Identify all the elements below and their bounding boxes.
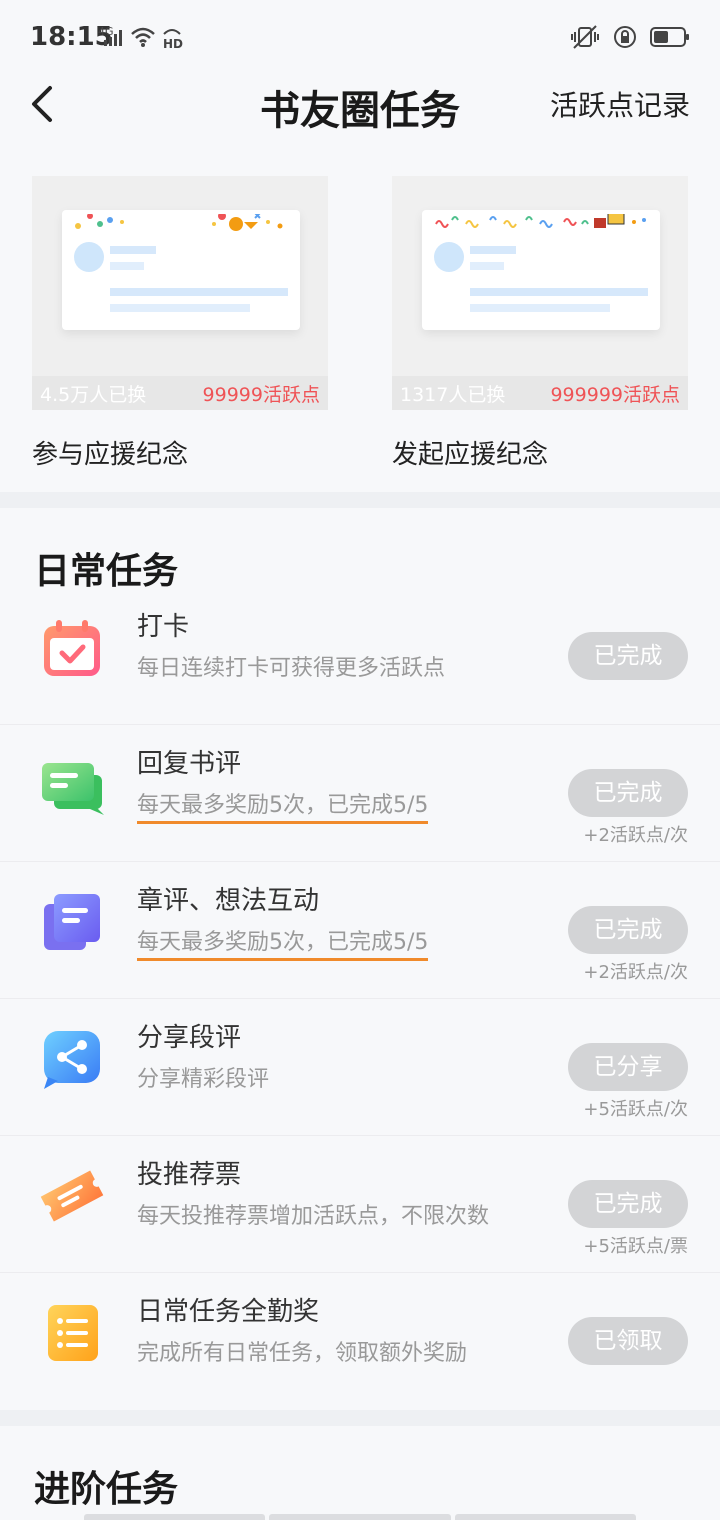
task-reward: +2活跃点/次 — [583, 962, 688, 983]
task-row-reply-review: 回复书评 每天最多奖励5次，已完成5/5 已完成 +2活跃点/次 — [0, 725, 720, 862]
status-bar: 18:15 4G HD — [0, 0, 720, 76]
card-image: 1317人已换 999999活跃点 — [392, 176, 688, 410]
section-divider — [0, 492, 720, 508]
battery-icon — [650, 27, 689, 47]
task-name: 投推荐票 — [137, 1160, 242, 1190]
task-row-chapter-interact: 章评、想法互动 每天最多奖励5次，已完成5/5 已完成 +2活跃点/次 — [0, 862, 720, 999]
note-stack-icon — [44, 894, 100, 950]
task-name: 章评、想法互动 — [137, 886, 320, 916]
task-status-button[interactable]: 已完成 — [568, 906, 688, 954]
task-row-full-attendance: 日常任务全勤奖 完成所有日常任务，领取额外奖励 已领取 — [0, 1273, 720, 1410]
task-name: 打卡 — [137, 612, 190, 642]
nav-bar: 书友圈任务 活跃点记录 — [0, 76, 720, 136]
task-desc: 每日连续打卡可获得更多活跃点 — [137, 656, 446, 681]
task-desc: 完成所有日常任务，领取额外奖励 — [137, 1341, 468, 1366]
card-price: 99999活跃点 — [202, 384, 320, 406]
hd-icon: HD — [163, 29, 183, 50]
back-arrow-icon[interactable] — [26, 82, 60, 126]
confetti-decoration — [75, 214, 283, 231]
hd-label: HD — [163, 37, 183, 50]
signal-icon — [104, 30, 122, 46]
task-desc: 每天最多奖励5次，已完成5/5 — [137, 787, 429, 824]
calendar-check-icon — [44, 620, 100, 676]
card-label: 发起应援纪念 — [392, 440, 549, 470]
task-row-vote: 投推荐票 每天投推荐票增加活跃点，不限次数 已完成 +5活跃点/票 — [0, 1136, 720, 1273]
task-desc: 分享精彩段评 — [137, 1067, 270, 1092]
reward-cards: 4.5万人已换 99999活跃点 参与应援纪念 1317人已换 999999活跃… — [0, 176, 720, 492]
task-status-button[interactable]: 已完成 — [568, 1180, 688, 1228]
card-image: 4.5万人已换 99999活跃点 — [32, 176, 328, 410]
card-exchange-count: 4.5万人已换 — [40, 384, 147, 406]
section-divider — [0, 1410, 720, 1426]
task-row-share: 分享段评 分享精彩段评 已分享 +5活跃点/次 — [0, 999, 720, 1136]
task-status-button[interactable]: 已完成 — [568, 632, 688, 680]
advanced-tabs-edge — [84, 1514, 636, 1520]
task-status-button[interactable]: 已完成 — [568, 769, 688, 817]
task-desc: 每天最多奖励5次，已完成5/5 — [137, 924, 429, 961]
list-icon — [48, 1305, 98, 1361]
task-desc: 每天投推荐票增加活跃点，不限次数 — [137, 1204, 490, 1229]
task-reward: +5活跃点/次 — [583, 1099, 688, 1120]
card-label: 参与应援纪念 — [32, 440, 189, 470]
card-exchange-count: 1317人已换 — [400, 384, 506, 406]
task-name: 分享段评 — [137, 1023, 242, 1053]
wifi-icon — [131, 27, 155, 47]
vibrate-icon — [571, 25, 599, 49]
ticket-icon — [40, 1170, 104, 1222]
task-name: 回复书评 — [137, 749, 242, 779]
advanced-tasks-title: 进阶任务 — [34, 1468, 179, 1510]
card-price: 999999活跃点 — [550, 384, 680, 406]
task-name: 日常任务全勤奖 — [137, 1297, 320, 1327]
task-status-button[interactable]: 已领取 — [568, 1317, 688, 1365]
activity-record-link[interactable]: 活跃点记录 — [550, 84, 690, 124]
task-reward: +5活跃点/票 — [583, 1236, 688, 1257]
task-reward: +2活跃点/次 — [583, 825, 688, 846]
chat-bubble-icon — [42, 763, 104, 815]
task-row-checkin: 打卡 每日连续打卡可获得更多活跃点 已完成 — [0, 588, 720, 725]
reward-card-start[interactable]: 1317人已换 999999活跃点 发起应援纪念 — [392, 176, 688, 476]
daily-tasks-title: 日常任务 — [34, 550, 179, 592]
share-icon — [44, 1031, 100, 1089]
rotation-lock-icon — [614, 26, 636, 48]
task-status-button[interactable]: 已分享 — [568, 1043, 688, 1091]
confetti-decoration — [435, 214, 646, 228]
reward-card-join[interactable]: 4.5万人已换 99999活跃点 参与应援纪念 — [32, 176, 328, 476]
